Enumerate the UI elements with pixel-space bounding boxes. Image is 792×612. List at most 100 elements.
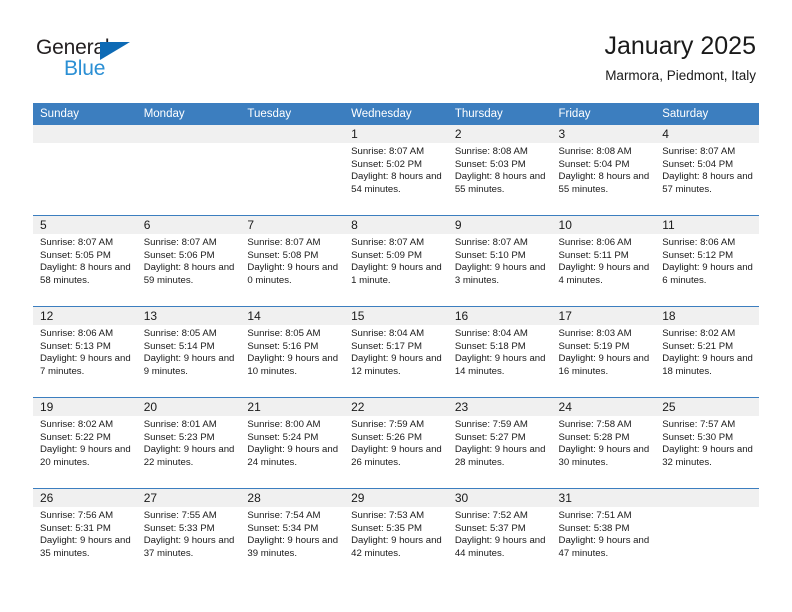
calendar-day-cell[interactable]: 11 Sunrise: 8:06 AM Sunset: 5:12 PM Dayligh… bbox=[655, 215, 759, 307]
day-cell-inner: 17 Sunrise: 8:03 AM Sunset: 5:19 PM Dayligh… bbox=[551, 307, 656, 397]
day-cell-inner: 21 Sunrise: 8:00 AM Sunset: 5:24 PM Dayligh… bbox=[240, 398, 345, 488]
calendar-day-cell[interactable]: 4 Sunrise: 8:07 AM Sunset: 5:04 PM Daylight… bbox=[655, 125, 759, 216]
day-number: 3 bbox=[551, 125, 656, 143]
day-cell-inner: 4 Sunrise: 8:07 AM Sunset: 5:04 PM Daylight… bbox=[655, 125, 759, 215]
sunrise-text: Sunrise: 7:53 AM bbox=[351, 510, 425, 521]
sunset-text: Sunset: 5:18 PM bbox=[454, 340, 526, 352]
day-cell-inner bbox=[240, 125, 345, 215]
sunrise-text: Sunrise: 8:07 AM bbox=[351, 237, 425, 248]
day-number: 31 bbox=[551, 489, 656, 507]
daylight-text: Daylight: 9 hours and 42 minutes. bbox=[351, 535, 442, 559]
day-details: Sunrise: 8:07 AM Sunset: 5:02 PM Daylight:… bbox=[344, 143, 448, 196]
calendar-day-cell[interactable]: 31 Sunrise: 7:51 AM Sunset: 5:38 PM Dayligh… bbox=[551, 488, 656, 579]
daylight-text: Daylight: 9 hours and 39 minutes. bbox=[247, 535, 339, 559]
day-cell-inner: 6 Sunrise: 8:07 AM Sunset: 5:06 PM Daylight… bbox=[136, 216, 241, 306]
sunset-text: Sunset: 5:11 PM bbox=[558, 249, 629, 261]
day-cell-inner: 24 Sunrise: 7:58 AM Sunset: 5:28 PM Dayligh… bbox=[551, 398, 656, 488]
sunset-text: Sunset: 5:17 PM bbox=[351, 340, 423, 352]
sunset-text: Sunset: 5:02 PM bbox=[351, 158, 423, 170]
day-number: 4 bbox=[655, 125, 759, 143]
daylight-text: Daylight: 9 hours and 20 minutes. bbox=[40, 444, 131, 468]
calendar-day-cell[interactable]: 21 Sunrise: 8:00 AM Sunset: 5:24 PM Dayligh… bbox=[240, 397, 345, 489]
calendar-day-cell[interactable]: 14 Sunrise: 8:05 AM Sunset: 5:16 PM Dayligh… bbox=[240, 306, 345, 398]
calendar-day-cell[interactable]: 29 Sunrise: 7:53 AM Sunset: 5:35 PM Dayligh… bbox=[344, 488, 448, 579]
calendar-day-cell[interactable]: 20 Sunrise: 8:01 AM Sunset: 5:23 PM Dayligh… bbox=[136, 397, 241, 489]
sunrise-text: Sunrise: 8:03 AM bbox=[558, 328, 632, 339]
sunrise-text: Sunrise: 8:04 AM bbox=[351, 328, 425, 339]
calendar-day-cell[interactable]: 15 Sunrise: 8:04 AM Sunset: 5:17 PM Dayligh… bbox=[344, 306, 448, 398]
day-number: 8 bbox=[344, 216, 448, 234]
calendar-day-cell[interactable]: 23 Sunrise: 7:59 AM Sunset: 5:27 PM Dayligh… bbox=[447, 397, 552, 489]
sunrise-text: Sunrise: 7:56 AM bbox=[40, 510, 114, 521]
day-number: 30 bbox=[447, 489, 552, 507]
calendar-day-cell[interactable]: 5 Sunrise: 8:07 AM Sunset: 5:05 PM Daylight… bbox=[33, 215, 137, 307]
calendar-day-cell[interactable]: 19 Sunrise: 8:02 AM Sunset: 5:22 PM Dayligh… bbox=[33, 397, 137, 489]
calendar-day-cell[interactable]: 16 Sunrise: 8:04 AM Sunset: 5:18 PM Dayligh… bbox=[447, 306, 552, 398]
day-cell-inner: 13 Sunrise: 8:05 AM Sunset: 5:14 PM Dayligh… bbox=[136, 307, 241, 397]
weekday-header-wednesday: Wednesday bbox=[344, 103, 448, 125]
daylight-text: Daylight: 9 hours and 30 minutes. bbox=[558, 444, 650, 468]
day-number: 11 bbox=[655, 216, 759, 234]
calendar-day-cell[interactable]: 9 Sunrise: 8:07 AM Sunset: 5:10 PM Daylight… bbox=[447, 215, 552, 307]
sunset-text: Sunset: 5:35 PM bbox=[351, 522, 423, 534]
calendar-day-cell[interactable]: 7 Sunrise: 8:07 AM Sunset: 5:08 PM Daylight… bbox=[240, 215, 345, 307]
day-cell-inner: 28 Sunrise: 7:54 AM Sunset: 5:34 PM Dayligh… bbox=[240, 489, 345, 579]
calendar-day-cell[interactable]: 30 Sunrise: 7:52 AM Sunset: 5:37 PM Dayligh… bbox=[447, 488, 552, 579]
sunset-text: Sunset: 5:04 PM bbox=[558, 158, 630, 170]
sunset-text: Sunset: 5:08 PM bbox=[247, 249, 319, 261]
calendar-day-cell[interactable]: 26 Sunrise: 7:56 AM Sunset: 5:31 PM Dayligh… bbox=[33, 488, 137, 579]
calendar-day-cell[interactable]: 10 Sunrise: 8:06 AM Sunset: 5:11 PM Dayligh… bbox=[551, 215, 656, 307]
calendar-day-cell[interactable]: 18 Sunrise: 8:02 AM Sunset: 5:21 PM Dayligh… bbox=[655, 306, 759, 398]
calendar-day-cell[interactable]: 27 Sunrise: 7:55 AM Sunset: 5:33 PM Dayligh… bbox=[136, 488, 241, 579]
daylight-text: Daylight: 8 hours and 55 minutes. bbox=[558, 171, 650, 195]
day-details: Sunrise: 7:55 AM Sunset: 5:33 PM Daylight:… bbox=[137, 507, 241, 560]
day-number: 7 bbox=[240, 216, 345, 234]
day-details: Sunrise: 7:57 AM Sunset: 5:30 PM Daylight:… bbox=[655, 416, 759, 469]
calendar-day-cell[interactable]: 6 Sunrise: 8:07 AM Sunset: 5:06 PM Daylight… bbox=[136, 215, 241, 307]
sunset-text: Sunset: 5:33 PM bbox=[143, 522, 215, 534]
daylight-text: Daylight: 9 hours and 44 minutes. bbox=[454, 535, 546, 559]
calendar-day-cell[interactable]: 2 Sunrise: 8:08 AM Sunset: 5:03 PM Daylight… bbox=[447, 125, 552, 216]
calendar-empty-cell bbox=[655, 488, 759, 579]
sunrise-text: Sunrise: 8:07 AM bbox=[247, 237, 321, 248]
calendar-day-cell[interactable]: 8 Sunrise: 8:07 AM Sunset: 5:09 PM Daylight… bbox=[344, 215, 448, 307]
day-number: 20 bbox=[136, 398, 241, 416]
day-details: Sunrise: 8:05 AM Sunset: 5:14 PM Daylight:… bbox=[137, 325, 241, 378]
day-cell-inner: 18 Sunrise: 8:02 AM Sunset: 5:21 PM Dayligh… bbox=[655, 307, 759, 397]
sunrise-text: Sunrise: 7:59 AM bbox=[351, 419, 425, 430]
calendar-day-cell[interactable]: 28 Sunrise: 7:54 AM Sunset: 5:34 PM Dayligh… bbox=[240, 488, 345, 579]
day-details: Sunrise: 7:54 AM Sunset: 5:34 PM Daylight:… bbox=[240, 507, 344, 560]
sunset-text: Sunset: 5:24 PM bbox=[247, 431, 319, 443]
day-number bbox=[655, 489, 759, 507]
day-number: 15 bbox=[344, 307, 448, 325]
day-number: 10 bbox=[551, 216, 656, 234]
calendar-day-cell[interactable]: 24 Sunrise: 7:58 AM Sunset: 5:28 PM Dayligh… bbox=[551, 397, 656, 489]
sunrise-text: Sunrise: 8:08 AM bbox=[454, 146, 528, 157]
daylight-text: Daylight: 9 hours and 26 minutes. bbox=[351, 444, 442, 468]
weekday-header-monday: Monday bbox=[136, 103, 241, 125]
calendar-day-cell[interactable]: 25 Sunrise: 7:57 AM Sunset: 5:30 PM Dayligh… bbox=[655, 397, 759, 489]
day-number: 2 bbox=[447, 125, 552, 143]
calendar-day-cell[interactable]: 3 Sunrise: 8:08 AM Sunset: 5:04 PM Daylight… bbox=[551, 125, 656, 216]
day-cell-inner bbox=[655, 489, 759, 579]
calendar-day-cell[interactable]: 13 Sunrise: 8:05 AM Sunset: 5:14 PM Dayligh… bbox=[136, 306, 241, 398]
daylight-text: Daylight: 9 hours and 3 minutes. bbox=[454, 262, 546, 286]
sunrise-text: Sunrise: 8:02 AM bbox=[662, 328, 736, 339]
sunrise-text: Sunrise: 7:58 AM bbox=[558, 419, 632, 430]
sunset-text: Sunset: 5:21 PM bbox=[662, 340, 734, 352]
day-number: 13 bbox=[136, 307, 241, 325]
sunset-text: Sunset: 5:31 PM bbox=[40, 522, 111, 534]
daylight-text: Daylight: 9 hours and 7 minutes. bbox=[40, 353, 131, 377]
sunset-text: Sunset: 5:12 PM bbox=[662, 249, 734, 261]
general-blue-logo: General Blue bbox=[36, 36, 166, 84]
calendar-day-cell[interactable]: 12 Sunrise: 8:06 AM Sunset: 5:13 PM Dayligh… bbox=[33, 306, 137, 398]
daylight-text: Daylight: 9 hours and 12 minutes. bbox=[351, 353, 442, 377]
sunrise-text: Sunrise: 8:07 AM bbox=[662, 146, 736, 157]
calendar-day-cell[interactable]: 1 Sunrise: 8:07 AM Sunset: 5:02 PM Daylight… bbox=[344, 125, 448, 216]
daylight-text: Daylight: 9 hours and 18 minutes. bbox=[662, 353, 753, 377]
calendar-day-cell[interactable]: 17 Sunrise: 8:03 AM Sunset: 5:19 PM Dayligh… bbox=[551, 306, 656, 398]
calendar-day-cell[interactable]: 22 Sunrise: 7:59 AM Sunset: 5:26 PM Dayligh… bbox=[344, 397, 448, 489]
calendar-empty-cell bbox=[33, 125, 137, 216]
weekday-header-saturday: Saturday bbox=[655, 103, 759, 125]
day-cell-inner: 15 Sunrise: 8:04 AM Sunset: 5:17 PM Dayligh… bbox=[344, 307, 448, 397]
